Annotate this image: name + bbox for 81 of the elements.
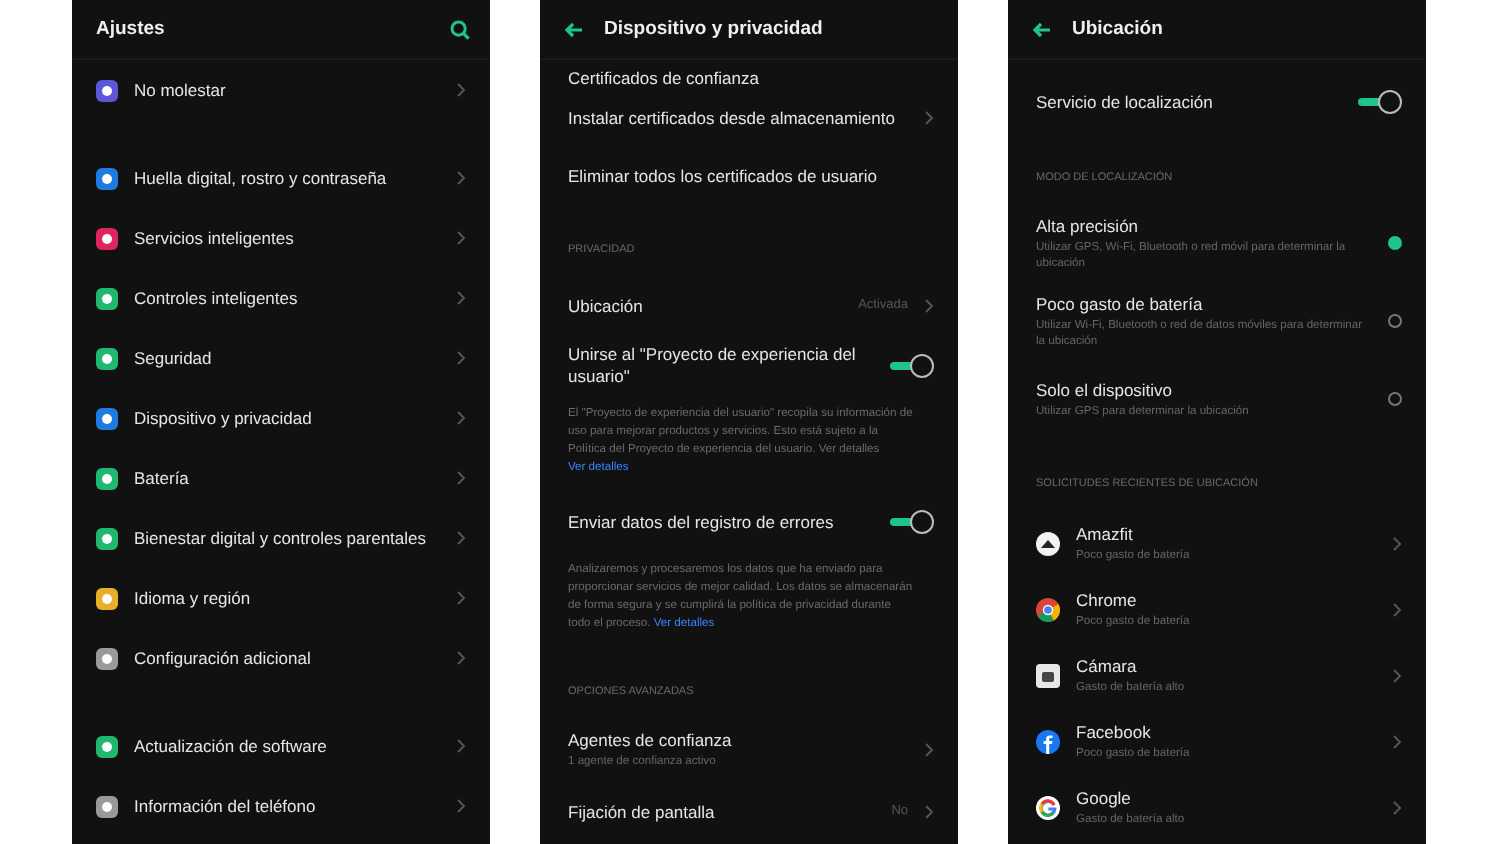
chevron-icon <box>924 109 934 125</box>
settings-item[interactable]: Información del teléfono <box>72 776 490 836</box>
screen-title: Ubicación <box>1072 18 1165 40</box>
chevron-icon <box>456 738 466 754</box>
item-label: Batería <box>134 468 191 488</box>
chevron-icon <box>456 82 466 98</box>
facebook-icon <box>1036 729 1060 753</box>
radio-button[interactable] <box>1388 236 1402 250</box>
chevron-icon <box>924 742 934 758</box>
toggle-switch[interactable] <box>890 510 934 534</box>
screen-title: Ajustes <box>96 18 167 40</box>
item-label: Servicio de localización <box>1036 91 1215 113</box>
chevron-icon <box>456 650 466 666</box>
item-label: Eliminar todos los certificados de usuario <box>568 165 879 185</box>
settings-item[interactable]: Seguridad <box>72 328 490 388</box>
chevron-icon <box>456 290 466 306</box>
item-label: Seguridad <box>134 348 214 368</box>
toggle-switch[interactable] <box>890 354 934 378</box>
settings-item[interactable]: No molestar <box>72 60 490 120</box>
item-label: Dispositivo y privacidad <box>134 408 314 428</box>
chevron-icon <box>456 170 466 186</box>
back-icon[interactable] <box>1032 21 1052 37</box>
item-label: Bienestar digital y controles parentales <box>134 528 428 548</box>
chevron-icon <box>456 590 466 606</box>
screen-title: Dispositivo y privacidad <box>604 18 825 40</box>
chevron-icon <box>1392 667 1402 683</box>
item-label: Controles inteligentes <box>134 288 300 308</box>
item-label: Actualización de software <box>134 736 329 756</box>
chevron-icon <box>1392 535 1402 551</box>
chevron-icon <box>924 803 934 819</box>
option-label: Alta precisión <box>1036 215 1141 235</box>
chevron-icon <box>1392 733 1402 749</box>
chrome-icon <box>1036 597 1060 621</box>
toggle-switch[interactable] <box>1358 90 1402 114</box>
app-name: Chrome <box>1076 589 1139 609</box>
settings-item[interactable]: Actualización de software <box>72 716 490 776</box>
option-label: Solo el dispositivo <box>1036 379 1175 399</box>
chevron-icon <box>456 410 466 426</box>
chevron-icon <box>456 470 466 486</box>
item-label: No molestar <box>134 80 228 100</box>
item-label: Servicios inteligentes <box>134 228 296 248</box>
app-name: Facebook <box>1076 721 1153 741</box>
settings-item[interactable]: Instalar certificados desde almacenamiento <box>540 88 958 146</box>
back-icon[interactable] <box>564 21 584 37</box>
chevron-icon <box>924 297 934 313</box>
item-label: Instalar certificados desde almacenamiento <box>568 107 897 127</box>
chevron-icon <box>456 350 466 366</box>
item-label: Agentes de confianza <box>568 730 734 750</box>
item-label: Fijación de pantalla <box>568 801 717 821</box>
chevron-icon <box>456 798 466 814</box>
settings-item[interactable]: Configuración adicional <box>72 628 490 688</box>
settings-item[interactable]: Eliminar todos los certificados de usuario <box>540 146 958 204</box>
option-label: Poco gasto de batería <box>1036 293 1205 313</box>
item-label: Información del teléfono <box>134 796 318 816</box>
item-label: Certificados de confianza <box>568 68 761 88</box>
app-name: Amazfit <box>1076 523 1135 543</box>
chevron-icon <box>1392 601 1402 617</box>
item-label: Enviar datos del registro de errores <box>568 511 836 533</box>
item-label: Idioma y región <box>134 588 253 608</box>
radio-button[interactable] <box>1388 392 1402 406</box>
chevron-icon <box>456 530 466 546</box>
mountain-icon <box>1036 531 1060 555</box>
item-label: Ubicación <box>568 295 645 315</box>
settings-item[interactable]: Huella digital, rostro y contraseña <box>72 148 490 208</box>
settings-item[interactable]: Dispositivo y privacidad <box>72 388 490 448</box>
app-name: Cámara <box>1076 655 1139 675</box>
item-label: Configuración adicional <box>134 648 313 668</box>
app-name: Google <box>1076 787 1133 807</box>
settings-item[interactable]: Idioma y región <box>72 568 490 628</box>
radio-button[interactable] <box>1388 314 1402 328</box>
settings-item[interactable]: Controles inteligentes <box>72 268 490 328</box>
item-label: Unirse al "Proyecto de experiencia del usuario" <box>568 344 858 388</box>
search-icon[interactable] <box>450 19 470 39</box>
settings-item[interactable]: Servicios inteligentes <box>72 208 490 268</box>
camera-icon <box>1036 663 1060 687</box>
chevron-icon <box>456 230 466 246</box>
chevron-icon <box>1392 799 1402 815</box>
item-label: Huella digital, rostro y contraseña <box>134 168 389 188</box>
settings-item[interactable]: Bienestar digital y controles parentales <box>72 508 490 568</box>
settings-item[interactable]: Batería <box>72 448 490 508</box>
google-icon <box>1036 795 1060 819</box>
